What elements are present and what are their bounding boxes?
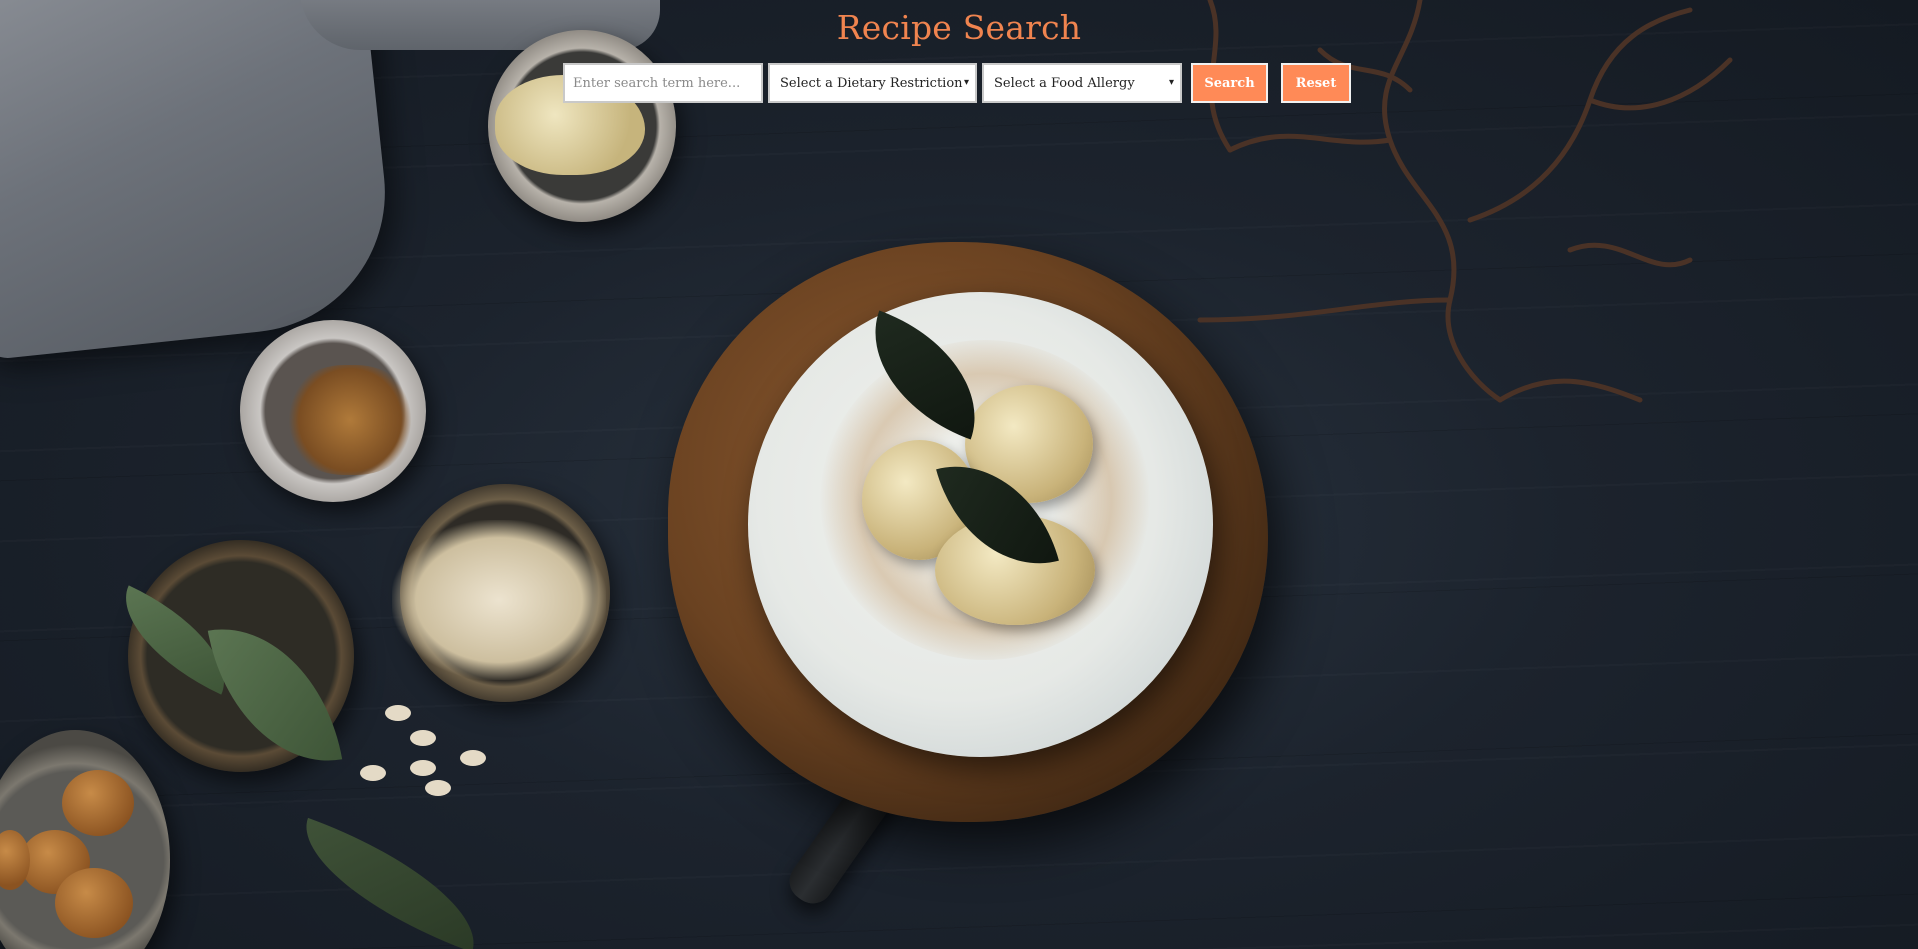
sliced-almonds (392, 520, 606, 680)
food-allergy-select[interactable]: Select a Food Allergy ▾ (982, 63, 1182, 103)
search-input[interactable] (563, 63, 763, 103)
search-button[interactable]: Search (1191, 63, 1268, 103)
dietary-restriction-selected: Select a Dietary Restriction (780, 75, 963, 91)
page-title: Recipe Search (836, 8, 1082, 47)
loose-almond (385, 705, 411, 721)
food-allergy-selected: Select a Food Allergy (994, 75, 1135, 91)
amaretti-cookie (55, 868, 133, 938)
reset-button[interactable]: Reset (1281, 63, 1351, 103)
loose-almond (360, 765, 386, 781)
loose-almond (410, 730, 436, 746)
crumble (285, 365, 415, 475)
search-controls: Select a Dietary Restriction ▾ Select a … (563, 63, 1351, 103)
amaretti-cookie (62, 770, 134, 836)
chevron-down-icon: ▾ (963, 77, 969, 88)
loose-almond (425, 780, 451, 796)
chevron-down-icon: ▾ (1168, 77, 1174, 88)
loose-almond (460, 750, 486, 766)
background-photo (0, 0, 1918, 949)
loose-almond (410, 760, 436, 776)
dietary-restriction-select[interactable]: Select a Dietary Restriction ▾ (768, 63, 977, 103)
